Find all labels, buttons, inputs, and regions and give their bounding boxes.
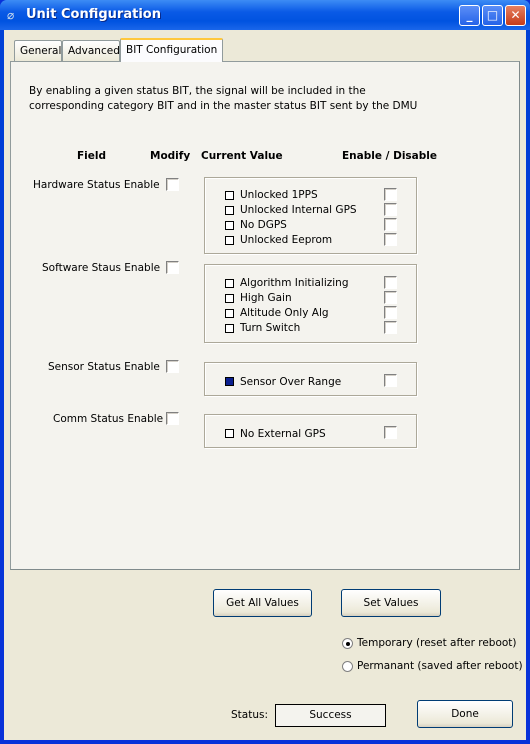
value-indicator (225, 309, 234, 318)
field-label-software: Software Staus Enable (42, 262, 161, 274)
close-button[interactable]: ✕ (505, 5, 526, 26)
item-label: No DGPS (240, 219, 287, 231)
temporary-label: Temporary (reset after reboot) (357, 637, 517, 649)
value-indicator (225, 236, 234, 245)
description-line-2: corresponding category BIT and in the ma… (29, 100, 418, 112)
set-values-button[interactable]: Set Values (341, 589, 441, 617)
item-label: Turn Switch (240, 322, 301, 334)
value-indicator (225, 191, 234, 200)
client-area: General Advanced BIT Configuration By en… (4, 30, 526, 740)
enable-checkbox[interactable] (384, 291, 397, 304)
enable-checkbox[interactable] (384, 218, 397, 231)
value-indicator (225, 206, 234, 215)
item-label: Unlocked Internal GPS (240, 204, 357, 216)
header-modify: Modify (150, 150, 191, 162)
permanent-label: Permanant (saved after reboot) (357, 660, 523, 672)
window-title: Unit Configuration (26, 7, 161, 22)
modify-checkbox-sensor[interactable] (166, 360, 179, 373)
done-button[interactable]: Done (417, 700, 513, 728)
minimize-button[interactable]: _ (459, 5, 480, 26)
header-field: Field (77, 150, 107, 162)
get-all-values-button[interactable]: Get All Values (213, 589, 312, 617)
item-label: No External GPS (240, 428, 326, 440)
value-indicator (225, 294, 234, 303)
field-label-sensor: Sensor Status Enable (48, 361, 160, 373)
value-indicator (225, 377, 234, 386)
header-current-value: Current Value (201, 150, 283, 162)
app-icon: ⌀ (7, 8, 15, 22)
field-label-comm: Comm Status Enable (53, 413, 164, 425)
item-label: High Gain (240, 292, 292, 304)
status-value: Success (275, 704, 386, 727)
enable-checkbox[interactable] (384, 188, 397, 201)
title-bar[interactable]: ⌀ Unit Configuration _ □ ✕ (0, 0, 530, 30)
description-line-1: By enabling a given status BIT, the sign… (29, 85, 366, 97)
enable-checkbox[interactable] (384, 321, 397, 334)
value-indicator (225, 221, 234, 230)
header-enable-disable: Enable / Disable (342, 150, 438, 162)
item-label: Sensor Over Range (240, 376, 342, 388)
tab-general[interactable]: General (14, 40, 62, 61)
tab-bit-configuration[interactable]: BIT Configuration (120, 38, 223, 62)
field-label-hardware: Hardware Status Enable (33, 179, 160, 191)
value-indicator (225, 429, 234, 438)
temporary-radio[interactable] (342, 638, 353, 649)
modify-checkbox-comm[interactable] (166, 412, 179, 425)
tab-label: BIT Configuration (126, 44, 218, 56)
status-label: Status: (231, 709, 268, 721)
permanent-radio[interactable] (342, 661, 353, 672)
tab-label: Advanced (68, 45, 120, 57)
value-indicator (225, 279, 234, 288)
enable-checkbox[interactable] (384, 426, 397, 439)
enable-checkbox[interactable] (384, 374, 397, 387)
item-label: Algorithm Initializing (240, 277, 349, 289)
enable-checkbox[interactable] (384, 306, 397, 319)
tab-advanced[interactable]: Advanced (62, 40, 120, 61)
window: ⌀ Unit Configuration _ □ ✕ General Advan… (0, 0, 530, 744)
modify-checkbox-software[interactable] (166, 261, 179, 274)
modify-checkbox-hardware[interactable] (166, 178, 179, 191)
value-indicator (225, 324, 234, 333)
item-label: Unlocked Eeprom (240, 234, 333, 246)
enable-checkbox[interactable] (384, 276, 397, 289)
enable-checkbox[interactable] (384, 233, 397, 246)
item-label: Altitude Only Alg (240, 307, 329, 319)
item-label: Unlocked 1PPS (240, 189, 318, 201)
enable-checkbox[interactable] (384, 203, 397, 216)
maximize-button[interactable]: □ (482, 5, 503, 26)
tab-label: General (20, 45, 62, 57)
